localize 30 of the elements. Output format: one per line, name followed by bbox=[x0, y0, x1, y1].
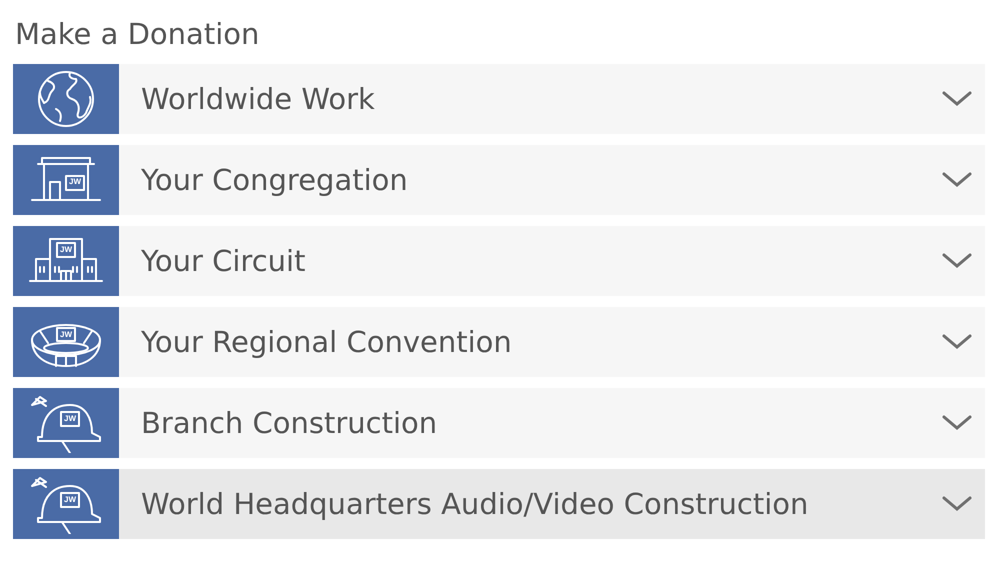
chevron-down-icon bbox=[942, 172, 972, 188]
icon-label: JW bbox=[64, 414, 76, 423]
stadium-icon bbox=[31, 324, 101, 367]
donation-option[interactable]: JW World Headquarters Audio/Video Construction bbox=[13, 469, 985, 539]
icon-label: JW bbox=[69, 177, 81, 186]
building-icon bbox=[31, 157, 101, 201]
hard-hat-icon bbox=[31, 396, 101, 453]
page-title: Make a Donation bbox=[15, 16, 260, 53]
donation-option[interactable]: JW Branch Construction bbox=[13, 388, 985, 458]
option-label: Worldwide Work bbox=[140, 82, 376, 116]
chevron-down-icon bbox=[942, 91, 972, 107]
building-icon bbox=[29, 238, 103, 282]
chevron-down-icon bbox=[942, 415, 972, 431]
donation-option[interactable]: JW Your Regional Convention bbox=[13, 307, 985, 377]
option-label: Your Congregation bbox=[140, 163, 409, 197]
icon-label: JW bbox=[60, 330, 72, 339]
icon-label: JW bbox=[60, 245, 72, 254]
chevron-down-icon bbox=[942, 253, 972, 269]
option-label: Your Regional Convention bbox=[140, 325, 513, 359]
donation-option[interactable]: JW Your Congregation bbox=[13, 145, 985, 215]
icon-label: JW bbox=[64, 495, 76, 504]
chevron-down-icon bbox=[942, 334, 972, 350]
donation-option[interactable]: JW Your Circuit bbox=[13, 226, 985, 296]
globe-icon bbox=[38, 71, 94, 127]
option-label: Your Circuit bbox=[140, 244, 306, 278]
chevron-down-icon bbox=[942, 496, 972, 512]
option-label: World Headquarters Audio/Video Construction bbox=[140, 487, 810, 521]
option-label: Branch Construction bbox=[140, 406, 438, 440]
hard-hat-icon bbox=[31, 477, 101, 534]
donation-option[interactable]: Worldwide Work bbox=[13, 64, 985, 134]
